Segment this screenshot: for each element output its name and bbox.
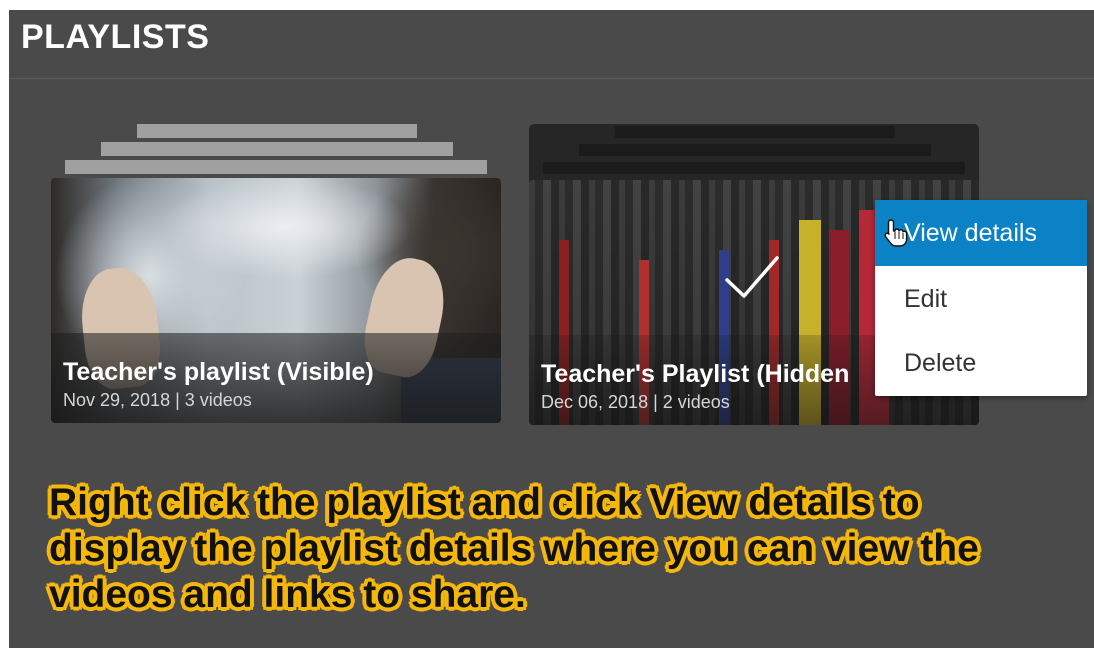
- menu-item-view-details[interactable]: View details: [875, 200, 1087, 266]
- header-divider: [9, 78, 1094, 79]
- menu-item-edit[interactable]: Edit: [875, 266, 1087, 332]
- playlist-meta: Nov 29, 2018 | 3 videos: [63, 390, 252, 410]
- instruction-line: Right click the playlist and click View …: [49, 481, 920, 524]
- instruction-line: display the playlist details where you c…: [49, 527, 979, 570]
- stack-layer: [137, 124, 417, 138]
- hand-pointer-icon: [884, 219, 908, 247]
- stack-layer: [65, 160, 487, 174]
- playlists-panel: PLAYLISTS Teacher's playlist (Visible) N…: [9, 10, 1094, 648]
- stack-layer: [543, 162, 965, 174]
- stack-layer: [101, 142, 453, 156]
- stack-layer: [615, 126, 895, 138]
- playlist-thumbnail[interactable]: Teacher's playlist (Visible) Nov 29, 201…: [51, 178, 501, 423]
- instruction-line: videos and links to share.: [49, 573, 526, 616]
- playlist-card-visible[interactable]: Teacher's playlist (Visible) Nov 29, 201…: [51, 122, 501, 423]
- context-menu: View details Edit Delete: [875, 200, 1087, 396]
- playlist-caption: Teacher's playlist (Visible) Nov 29, 201…: [51, 333, 501, 423]
- menu-item-delete[interactable]: Delete: [875, 330, 1087, 396]
- menu-item-label: View details: [904, 219, 1037, 247]
- playlist-title: Teacher's Playlist (Hidden: [541, 360, 850, 388]
- playlist-title: Teacher's playlist (Visible): [63, 358, 374, 386]
- checkmark-icon: [725, 256, 779, 298]
- menu-item-label: Edit: [904, 285, 948, 313]
- stack-layer: [579, 144, 931, 156]
- menu-item-label: Delete: [904, 349, 977, 377]
- page-title: PLAYLISTS: [21, 18, 210, 56]
- instruction-callout: Right click the playlist and click View …: [49, 480, 1049, 618]
- playlist-meta: Dec 06, 2018 | 2 videos: [541, 392, 730, 412]
